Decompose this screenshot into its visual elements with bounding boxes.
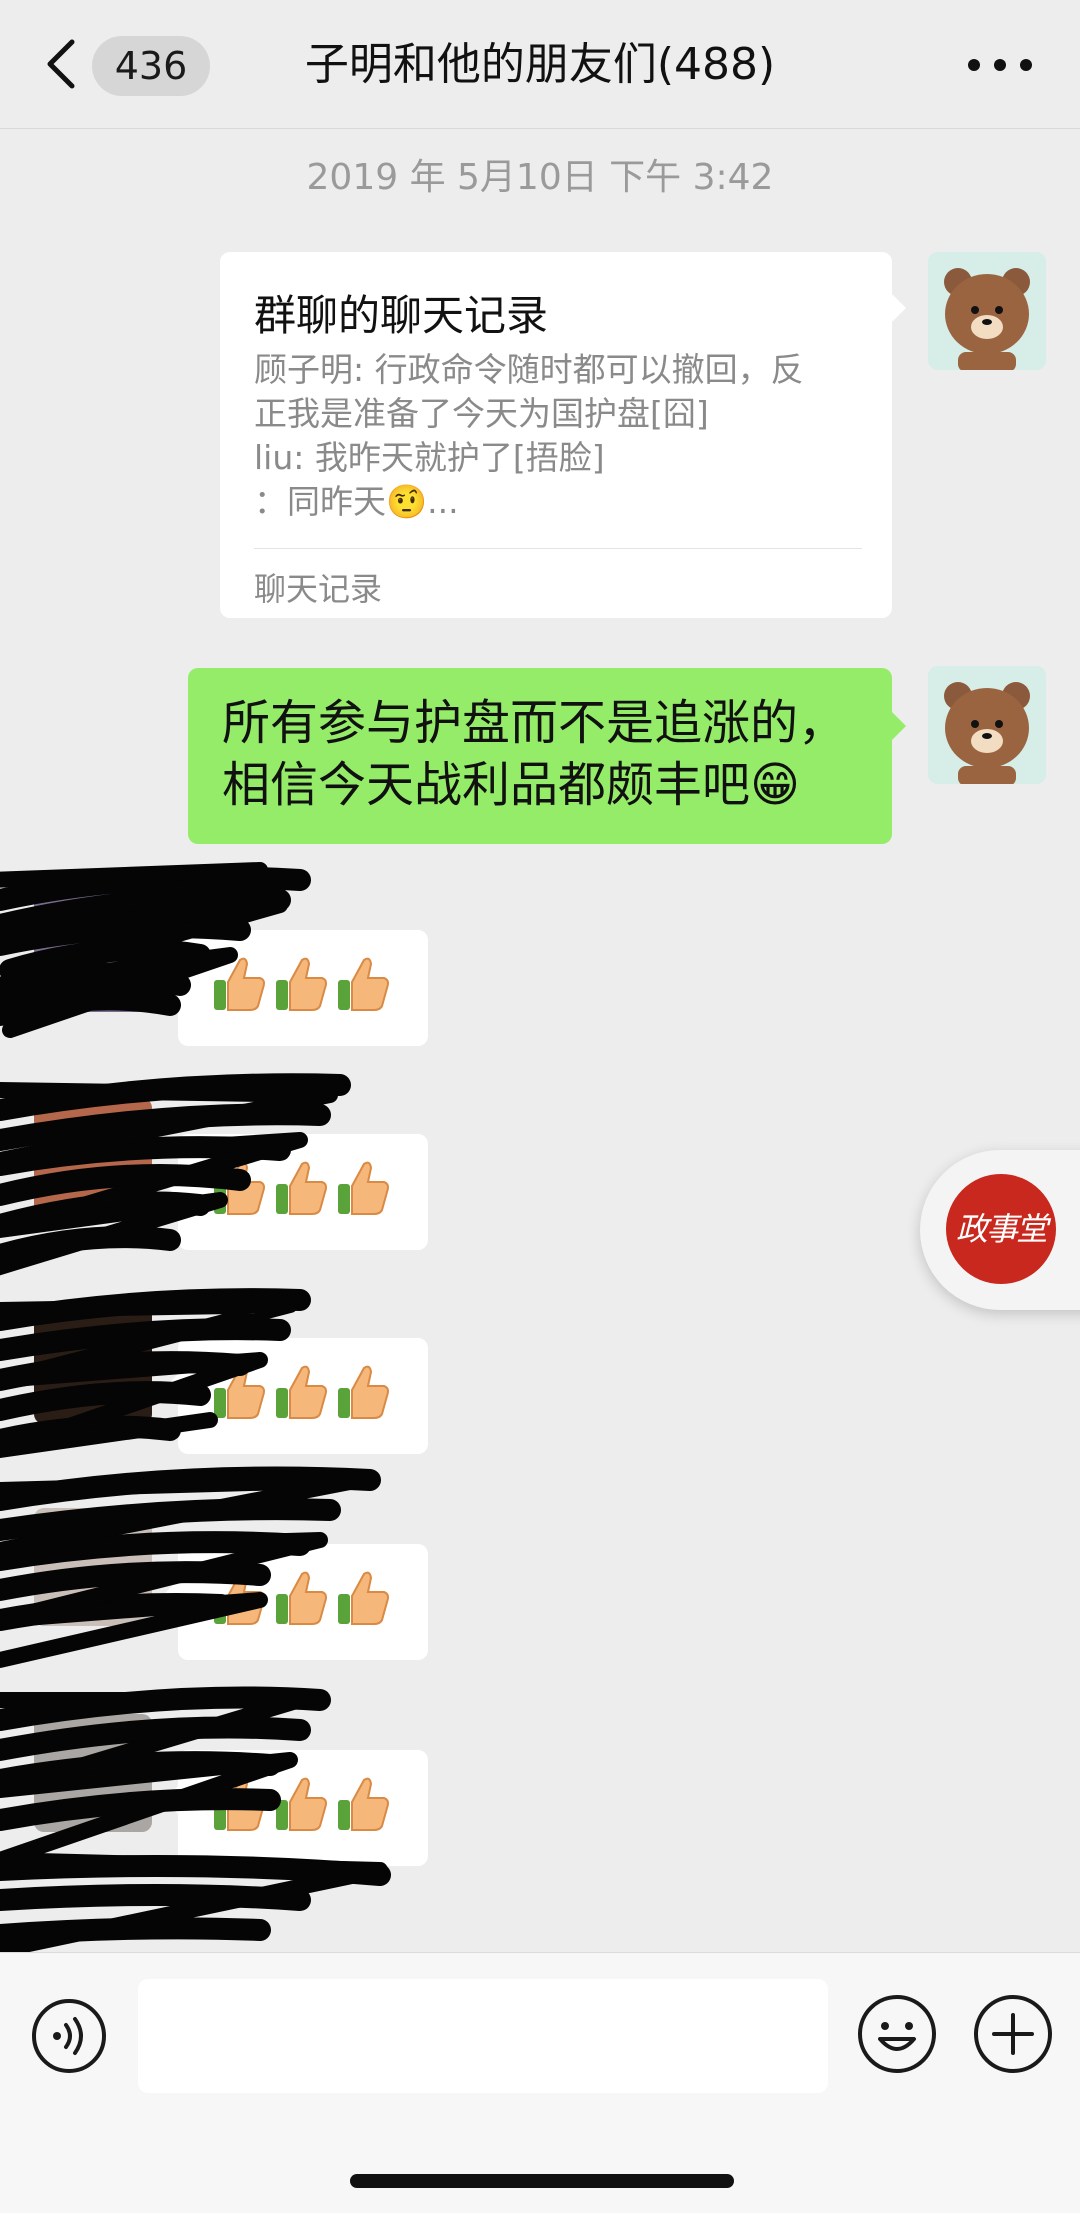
sent-message-bubble[interactable]: 所有参与护盘而不是追涨的， 相信今天战利品都颇丰吧😁 <box>188 668 906 844</box>
thumbs-up-icon <box>214 1571 265 1625</box>
bubble-tail <box>164 1374 178 1402</box>
bear-avatar-icon <box>928 252 1046 370</box>
bubble-tail <box>164 1786 178 1814</box>
record-preview-line: 顾子明: 行政命令随时都可以撤回，反 <box>254 350 804 389</box>
voice-button[interactable] <box>30 1997 108 2075</box>
message-line: 所有参与护盘而不是追涨的， <box>222 695 847 751</box>
bubble-tail <box>164 966 178 994</box>
plus-icon[interactable] <box>972 1993 1054 2075</box>
sender-avatar[interactable] <box>34 1508 152 1626</box>
thumbs-up-icon <box>338 957 389 1011</box>
message-input[interactable] <box>138 1979 828 2093</box>
record-preview: 顾子明: 行政命令随时都可以撤回，反 正我是准备了今天为国护盘[囧] liu: … <box>254 348 854 524</box>
thumbs-up-icon <box>214 957 265 1011</box>
floating-watermark-badge[interactable]: 政事堂 <box>920 1150 1080 1310</box>
thumbs-up-emojis <box>212 954 390 1014</box>
sender-avatar[interactable] <box>34 1098 152 1216</box>
thumbs-up-emojis <box>212 1158 390 1218</box>
bubble-tail <box>892 712 906 740</box>
record-preview-line: liu: 我昨天就护了[捂脸] <box>254 438 605 477</box>
ellipsis-icon[interactable] <box>960 40 1040 90</box>
thumbs-up-icon <box>276 1571 327 1625</box>
sender-avatar[interactable] <box>34 1306 152 1424</box>
bubble-tail <box>164 1580 178 1608</box>
emoji-button[interactable] <box>856 1993 938 2075</box>
thumbs-up-icon <box>338 1365 389 1419</box>
record-preview-line: 正我是准备了今天为国护盘[囧] <box>254 394 709 433</box>
thumbs-up-emojis <box>212 1362 390 1422</box>
thumbs-up-icon <box>276 1161 327 1215</box>
voice-icon[interactable] <box>30 1997 108 2075</box>
thumbs-up-icon <box>276 1365 327 1419</box>
sender-avatar[interactable] <box>34 894 152 1012</box>
sender-avatar[interactable] <box>34 1714 152 1832</box>
received-message-bubble[interactable] <box>164 1750 428 1866</box>
chat-title: 子明和他的朋友们(488) <box>304 39 776 90</box>
more-button[interactable] <box>960 40 1040 90</box>
chat-record-card[interactable]: 群聊的聊天记录 顾子明: 行政命令随时都可以撤回，反 正我是准备了今天为国护盘[… <box>220 252 906 618</box>
thumbs-up-emojis <box>212 1568 390 1628</box>
received-message-bubble[interactable] <box>164 1544 428 1660</box>
plus-button[interactable] <box>972 1993 1054 2075</box>
bubble-tail <box>164 1170 178 1198</box>
unread-count-badge[interactable]: 436 <box>92 36 210 96</box>
emoji-icon[interactable] <box>856 1993 938 2075</box>
message-timestamp: 2019 年 5月10日 下午 3:42 <box>306 157 774 198</box>
home-indicator[interactable] <box>350 2174 734 2188</box>
sent-message-text: 所有参与护盘而不是追涨的， 相信今天战利品都颇丰吧😁 <box>222 692 872 816</box>
my-avatar[interactable] <box>928 666 1046 784</box>
record-title: 群聊的聊天记录 <box>254 291 549 340</box>
thumbs-up-icon <box>338 1161 389 1215</box>
bear-avatar-icon <box>928 666 1046 784</box>
received-message-bubble[interactable] <box>164 930 428 1046</box>
my-avatar[interactable] <box>928 252 1046 370</box>
navigation-bar: 436 子明和他的朋友们(488) <box>0 0 1080 129</box>
thumbs-up-emojis <box>212 1774 390 1834</box>
thumbs-up-icon <box>276 957 327 1011</box>
thumbs-up-icon <box>338 1571 389 1625</box>
seal-logo: 政事堂 <box>946 1174 1056 1284</box>
received-message-bubble[interactable] <box>164 1338 428 1454</box>
record-footer: 聊天记录 <box>254 570 383 608</box>
thumbs-up-icon <box>338 1777 389 1831</box>
thumbs-up-icon <box>276 1777 327 1831</box>
record-divider <box>254 548 862 549</box>
message-line: 相信今天战利品都颇丰吧😁 <box>222 757 801 813</box>
chevron-left-icon[interactable] <box>42 36 82 92</box>
back-button[interactable] <box>42 36 82 92</box>
bubble-tail <box>892 294 906 322</box>
record-preview-line: ：同昨天🤨... <box>254 482 459 521</box>
thumbs-up-icon <box>214 1777 265 1831</box>
received-message-bubble[interactable] <box>164 1134 428 1250</box>
thumbs-up-icon <box>214 1365 265 1419</box>
thumbs-up-icon <box>214 1161 265 1215</box>
